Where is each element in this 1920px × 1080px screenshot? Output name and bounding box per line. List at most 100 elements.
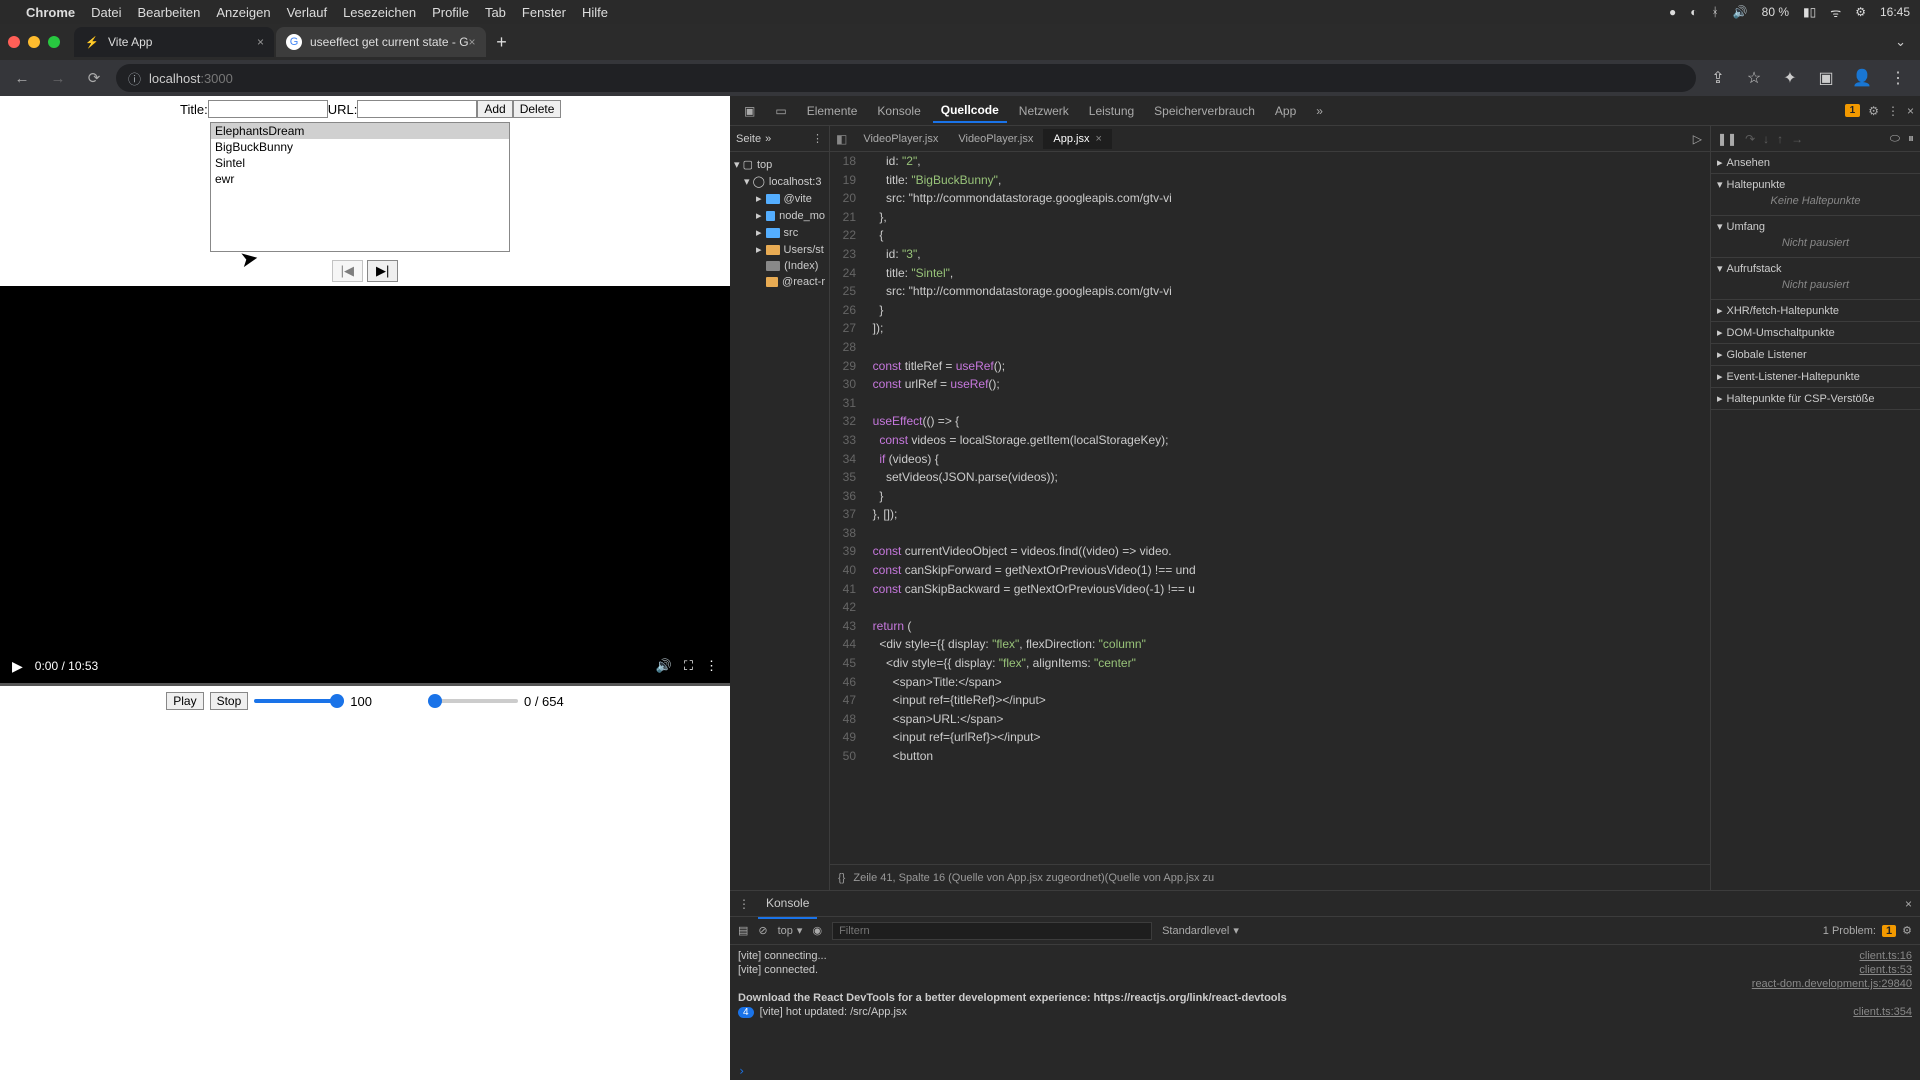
stop-button[interactable]: Stop xyxy=(210,692,249,710)
menu-item[interactable]: Verlauf xyxy=(287,5,327,20)
site-info-icon[interactable]: ⓘ xyxy=(128,69,141,88)
play-button[interactable]: Play xyxy=(166,692,203,710)
deactivate-bp-icon[interactable]: ⬭ xyxy=(1890,131,1900,146)
more-tabs-icon[interactable]: » xyxy=(1308,100,1331,122)
page-tab[interactable]: Seite xyxy=(736,133,761,145)
tree-node[interactable]: ▸ node_mo xyxy=(730,207,829,224)
dt-tab-sources[interactable]: Quellcode xyxy=(933,99,1007,123)
menu-item[interactable]: Tab xyxy=(485,5,506,20)
close-icon[interactable]: × xyxy=(1905,897,1912,911)
more-icon[interactable]: ⋮ xyxy=(705,658,718,674)
drawer-menu-icon[interactable]: ⋮ xyxy=(738,897,750,911)
more-icon[interactable]: » xyxy=(765,133,771,145)
window-close-icon[interactable] xyxy=(8,36,20,48)
dt-tab-app[interactable]: App xyxy=(1267,100,1304,122)
tree-node[interactable]: ▸ Users/st xyxy=(730,241,829,258)
settings-icon[interactable]: ⚙ xyxy=(1868,104,1879,118)
eye-icon[interactable]: ◉ xyxy=(812,924,822,937)
title-input[interactable] xyxy=(208,100,328,118)
profile-icon[interactable]: 👤 xyxy=(1848,64,1876,92)
breakpoints-section[interactable]: ▾ Haltepunkte xyxy=(1717,178,1914,191)
reload-button[interactable]: ⟳ xyxy=(80,64,108,92)
dt-tab-network[interactable]: Netzwerk xyxy=(1011,100,1077,122)
dt-tab-elements[interactable]: Elemente xyxy=(799,100,866,122)
console-tab[interactable]: Konsole xyxy=(758,889,817,919)
step-icon[interactable]: → xyxy=(1791,132,1803,146)
list-item[interactable]: ewr xyxy=(211,171,509,187)
editor-nav-icon[interactable]: ◧ xyxy=(830,132,853,146)
step-out-icon[interactable]: ↑ xyxy=(1777,132,1783,146)
menu-item[interactable]: Bearbeiten xyxy=(137,5,200,20)
console-log[interactable]: [vite] connecting...client.ts:16[vite] c… xyxy=(730,945,1920,1062)
level-selector[interactable]: Standardlevel ▾ xyxy=(1162,924,1239,937)
tab-overflow-icon[interactable]: ⌄ xyxy=(1895,34,1912,50)
clear-icon[interactable]: ⊘ xyxy=(758,924,767,937)
menu-item[interactable]: Profile xyxy=(432,5,469,20)
dom-section[interactable]: ▸ DOM-Umschaltpunkte xyxy=(1717,326,1914,339)
menu-item[interactable]: Anzeigen xyxy=(216,5,270,20)
tree-node[interactable]: ▾ ▢ top xyxy=(730,156,829,173)
tree-node[interactable]: ▸ src xyxy=(730,224,829,241)
device-icon[interactable]: ▭ xyxy=(767,100,794,122)
video-list[interactable]: ElephantsDream BigBuckBunny Sintel ewr xyxy=(210,122,510,252)
window-maximize-icon[interactable] xyxy=(48,36,60,48)
video-player[interactable]: ▶ 0:00 / 10:53 🔊 ⛶ ⋮ xyxy=(0,286,730,686)
volume-slider[interactable] xyxy=(254,699,344,703)
step-into-icon[interactable]: ↓ xyxy=(1763,132,1769,146)
menu-item[interactable]: Lesezeichen xyxy=(343,5,416,20)
next-button[interactable]: ▶| xyxy=(367,260,398,282)
close-icon[interactable]: × xyxy=(469,35,476,49)
back-button[interactable]: ← xyxy=(8,64,36,92)
dt-tab-performance[interactable]: Leistung xyxy=(1081,100,1142,122)
delete-button[interactable]: Delete xyxy=(513,100,562,118)
scope-section[interactable]: ▾ Umfang xyxy=(1717,220,1914,233)
menu-item[interactable]: Datei xyxy=(91,5,121,20)
forward-button[interactable]: → xyxy=(44,64,72,92)
dt-close-icon[interactable]: × xyxy=(1907,104,1914,118)
sidebar-icon[interactable]: ▤ xyxy=(738,924,748,937)
sidepanel-icon[interactable]: ▣ xyxy=(1812,64,1840,92)
callstack-section[interactable]: ▾ Aufrufstack xyxy=(1717,262,1914,275)
problems-count[interactable]: 1 xyxy=(1882,925,1896,937)
dt-tab-console[interactable]: Konsole xyxy=(869,100,928,122)
list-item[interactable]: ElephantsDream xyxy=(211,123,509,139)
dt-tab-memory[interactable]: Speicherverbrauch xyxy=(1146,100,1263,122)
console-prompt[interactable]: › xyxy=(730,1062,1920,1080)
csp-section[interactable]: ▸ Haltepunkte für CSP-Verstöße xyxy=(1717,392,1914,405)
bookmark-icon[interactable]: ☆ xyxy=(1740,64,1768,92)
pause-exceptions-icon[interactable]: ⏸ xyxy=(1908,131,1914,146)
settings-icon[interactable]: ⚙ xyxy=(1902,924,1912,937)
braces-icon[interactable]: {} xyxy=(838,872,845,884)
editor-tab[interactable]: VideoPlayer.jsx xyxy=(948,129,1043,149)
tree-node[interactable]: ▸ @vite xyxy=(730,190,829,207)
list-item[interactable]: BigBuckBunny xyxy=(211,139,509,155)
bluetooth-icon[interactable]: ᚼ xyxy=(1712,5,1719,19)
warning-badge[interactable]: 1 xyxy=(1845,104,1861,117)
close-icon[interactable]: × xyxy=(1095,133,1101,145)
browser-tab[interactable]: G useeffect get current state - G × xyxy=(276,27,486,57)
event-section[interactable]: ▸ Event-Listener-Haltepunkte xyxy=(1717,370,1914,383)
control-center-icon[interactable]: ⚙ xyxy=(1855,5,1866,19)
run-icon[interactable]: ▷ xyxy=(1685,132,1710,146)
inspect-icon[interactable]: ▣ xyxy=(736,100,763,122)
address-bar[interactable]: ⓘ localhost:3000 xyxy=(116,64,1696,92)
code-editor[interactable]: 18 id: "2",19 title: "BigBuckBunny",20 s… xyxy=(830,152,1710,864)
global-section[interactable]: ▸ Globale Listener xyxy=(1717,348,1914,361)
add-button[interactable]: Add xyxy=(477,100,512,118)
prev-button[interactable]: |◀ xyxy=(332,260,363,282)
close-icon[interactable]: × xyxy=(257,35,264,49)
step-over-icon[interactable]: ↷ xyxy=(1745,132,1755,146)
watch-section[interactable]: ▸ Ansehen xyxy=(1717,156,1914,169)
clock[interactable]: 16:45 xyxy=(1880,5,1910,19)
new-tab-button[interactable]: + xyxy=(488,28,516,56)
fullscreen-icon[interactable]: ⛶ xyxy=(684,658,693,674)
kebab-icon[interactable]: ⋮ xyxy=(812,132,823,145)
window-minimize-icon[interactable] xyxy=(28,36,40,48)
menu-icon[interactable]: ⋮ xyxy=(1884,64,1912,92)
play-icon[interactable]: ▶ xyxy=(12,658,23,675)
dt-menu-icon[interactable]: ⋮ xyxy=(1887,104,1899,118)
volume-icon[interactable]: 🔊 xyxy=(656,658,672,674)
extensions-icon[interactable]: ✦ xyxy=(1776,64,1804,92)
xhr-section[interactable]: ▸ XHR/fetch-Haltepunkte xyxy=(1717,304,1914,317)
tree-node[interactable]: (Index) xyxy=(730,258,829,274)
